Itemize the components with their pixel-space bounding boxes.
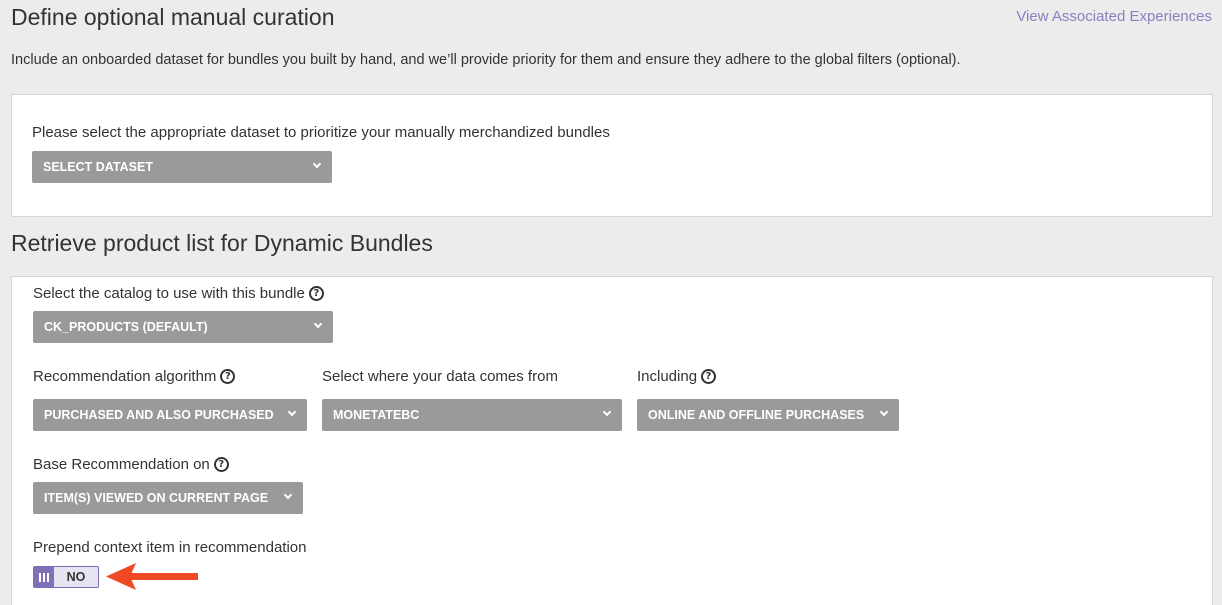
retrieve-section-title: Retrieve product list for Dynamic Bundle… — [11, 230, 433, 256]
view-associated-experiences-link[interactable]: View Associated Experiences — [1016, 8, 1212, 25]
question-circle-icon[interactable]: ? — [308, 286, 324, 301]
prepend-context-label-text: Prepend context item in recommendation — [33, 539, 307, 556]
chevron-down-icon — [287, 407, 297, 417]
base-recommendation-label: Base Recommendation on ? — [33, 456, 229, 473]
question-circle-icon[interactable]: ? — [213, 457, 229, 472]
data-source-dropdown[interactable]: MONETATEBC — [322, 399, 622, 431]
chevron-down-icon — [602, 407, 612, 417]
catalog-dropdown-value: CK_PRODUCTS (DEFAULT) — [44, 320, 208, 334]
including-label-text: Including — [637, 368, 698, 385]
select-dataset-dropdown[interactable]: SELECT DATASET — [32, 151, 332, 183]
algorithm-dropdown[interactable]: PURCHASED AND ALSO PURCHASED — [33, 399, 307, 431]
chevron-down-icon — [313, 319, 323, 329]
catalog-dropdown[interactable]: CK_PRODUCTS (DEFAULT) — [33, 311, 333, 343]
including-label: Including ? — [637, 368, 717, 385]
data-source-label-text: Select where your data comes from — [322, 368, 558, 385]
chevron-down-icon — [283, 490, 293, 500]
algorithm-label: Recommendation algorithm ? — [33, 368, 236, 385]
base-recommendation-dropdown[interactable]: ITEM(S) VIEWED ON CURRENT PAGE — [33, 482, 303, 514]
base-recommendation-label-text: Base Recommendation on — [33, 456, 210, 473]
catalog-label: Select the catalog to use with this bund… — [33, 285, 324, 302]
prepend-context-toggle[interactable]: NO — [33, 566, 99, 588]
algorithm-label-text: Recommendation algorithm — [33, 368, 217, 385]
question-circle-icon[interactable]: ? — [220, 369, 236, 384]
manual-curation-description: Include an onboarded dataset for bundles… — [11, 52, 961, 68]
question-circle-icon[interactable]: ? — [701, 369, 717, 384]
base-recommendation-dropdown-value: ITEM(S) VIEWED ON CURRENT PAGE — [44, 491, 269, 505]
catalog-label-text: Select the catalog to use with this bund… — [33, 285, 305, 302]
prepend-context-label: Prepend context item in recommendation — [33, 539, 306, 556]
algorithm-dropdown-value: PURCHASED AND ALSO PURCHASED — [44, 408, 274, 422]
dataset-label-text: Please select the appropriate dataset to… — [32, 124, 610, 141]
manual-curation-title: Define optional manual curation — [11, 4, 335, 30]
including-dropdown-value: ONLINE AND OFFLINE PURCHASES — [648, 408, 865, 422]
toggle-state: NO — [66, 570, 86, 584]
arrow-left-icon — [106, 563, 198, 590]
data-source-dropdown-value: MONETATEBC — [333, 408, 420, 422]
chevron-down-icon — [879, 407, 889, 417]
data-source-label: Select where your data comes from — [322, 368, 558, 385]
toggle-grip-icon — [34, 567, 54, 587]
dataset-dropdown-value: SELECT DATASET — [43, 160, 153, 174]
including-dropdown[interactable]: ONLINE AND OFFLINE PURCHASES — [637, 399, 899, 431]
dataset-label: Please select the appropriate dataset to… — [32, 124, 610, 141]
chevron-down-icon — [312, 159, 322, 169]
